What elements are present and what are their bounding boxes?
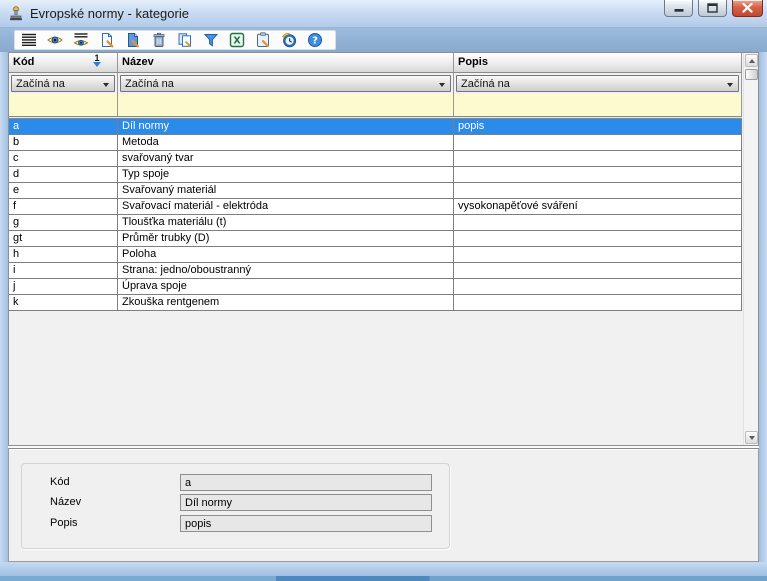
sort-indicator: 1 — [91, 54, 103, 72]
window-controls — [664, 0, 763, 17]
filter-operator-row: Začíná na Začíná na Začíná na — [9, 73, 742, 94]
detail-field-popis[interactable]: popis — [180, 515, 432, 532]
detail-label-nazev: Název — [50, 494, 81, 511]
copy-record-icon-button[interactable] — [176, 32, 193, 49]
table-row[interactable]: b Metoda — [9, 135, 742, 151]
export-excel-icon-button[interactable]: X — [228, 32, 245, 49]
maximize-button[interactable] — [698, 0, 727, 17]
scroll-down-button[interactable] — [745, 431, 758, 444]
filter-icon-button[interactable] — [202, 32, 219, 49]
table-row[interactable]: e Svařovaný materiál — [9, 183, 742, 199]
toolbar: X ? — [14, 30, 336, 50]
taskbar-edge — [0, 576, 767, 581]
grid-rows-button[interactable] — [20, 32, 37, 49]
table-row[interactable]: f Svařovací materiál - elektróda vysokon… — [9, 199, 742, 215]
help-icon-button[interactable]: ? — [306, 32, 323, 49]
svg-text:X: X — [233, 36, 241, 47]
data-grid: Kód 1 Název Popis Začíná na Začíná na Za… — [8, 52, 759, 446]
arrow-up-icon — [749, 56, 755, 63]
detail-label-popis: Popis — [50, 515, 78, 532]
table-row[interactable]: j Úprava spoje — [9, 279, 742, 295]
title-bar: Evropské normy - kategorie — [0, 0, 767, 28]
new-record-icon-button[interactable] — [98, 32, 115, 49]
filter-operator-nazev[interactable]: Začíná na — [120, 75, 451, 92]
toolbar-band: X ? — [0, 28, 767, 52]
grid-header-row: Kód 1 Název Popis — [9, 53, 742, 73]
table-row[interactable]: a Díl normy popis — [9, 119, 742, 135]
filter-input-kod[interactable] — [9, 94, 118, 116]
detail-panel: Kód a Název Díl normy Popis popis — [8, 448, 759, 562]
svg-text:?: ? — [312, 36, 318, 47]
table-row[interactable]: d Typ spoje — [9, 167, 742, 183]
detail-field-nazev[interactable]: Díl normy — [180, 494, 432, 511]
column-header-popis[interactable]: Popis — [454, 53, 742, 73]
filter-input-nazev[interactable] — [118, 94, 454, 116]
detail-groupbox: Kód a Název Díl normy Popis popis — [21, 463, 450, 549]
filter-operator-popis[interactable]: Začíná na — [456, 75, 739, 92]
column-header-nazev[interactable]: Název — [118, 53, 454, 73]
history-icon-button[interactable] — [280, 32, 297, 49]
vertical-scrollbar[interactable] — [743, 53, 758, 445]
table-row[interactable]: gt Průměr trubky (D) — [9, 231, 742, 247]
view-details-icon-button[interactable] — [72, 32, 89, 49]
table-row[interactable]: k Zkouška rentgenem — [9, 295, 742, 311]
detail-field-kod[interactable]: a — [180, 474, 432, 491]
delete-record-icon-button[interactable] — [150, 32, 167, 49]
table-row[interactable]: i Strana: jedno/oboustranný — [9, 263, 742, 279]
table-row[interactable]: c svařovaný tvar — [9, 151, 742, 167]
table-row[interactable]: g Tloušťka materiálu (t) — [9, 215, 742, 231]
report-icon-button[interactable] — [254, 32, 271, 49]
filter-input-popis[interactable] — [454, 94, 742, 116]
detail-label-kod: Kód — [50, 474, 70, 491]
filter-input-row — [9, 94, 742, 116]
scrollbar-thumb[interactable] — [745, 69, 758, 80]
edit-record-icon-button[interactable] — [124, 32, 141, 49]
scroll-up-button[interactable] — [745, 54, 758, 67]
stamp-icon — [8, 6, 24, 22]
close-button[interactable] — [732, 0, 763, 17]
window-left-border — [0, 52, 8, 562]
app-window: Evropské normy - kategorie — [0, 0, 767, 581]
window-right-border — [759, 52, 767, 562]
arrow-down-icon — [749, 436, 755, 443]
filter-operator-kod[interactable]: Začíná na — [11, 75, 115, 92]
window-title: Evropské normy - kategorie — [30, 0, 189, 27]
column-header-kod[interactable]: Kód 1 — [9, 53, 118, 73]
view-icon-button[interactable] — [46, 32, 63, 49]
minimize-button[interactable] — [664, 0, 693, 17]
table-row[interactable]: h Poloha — [9, 247, 742, 263]
